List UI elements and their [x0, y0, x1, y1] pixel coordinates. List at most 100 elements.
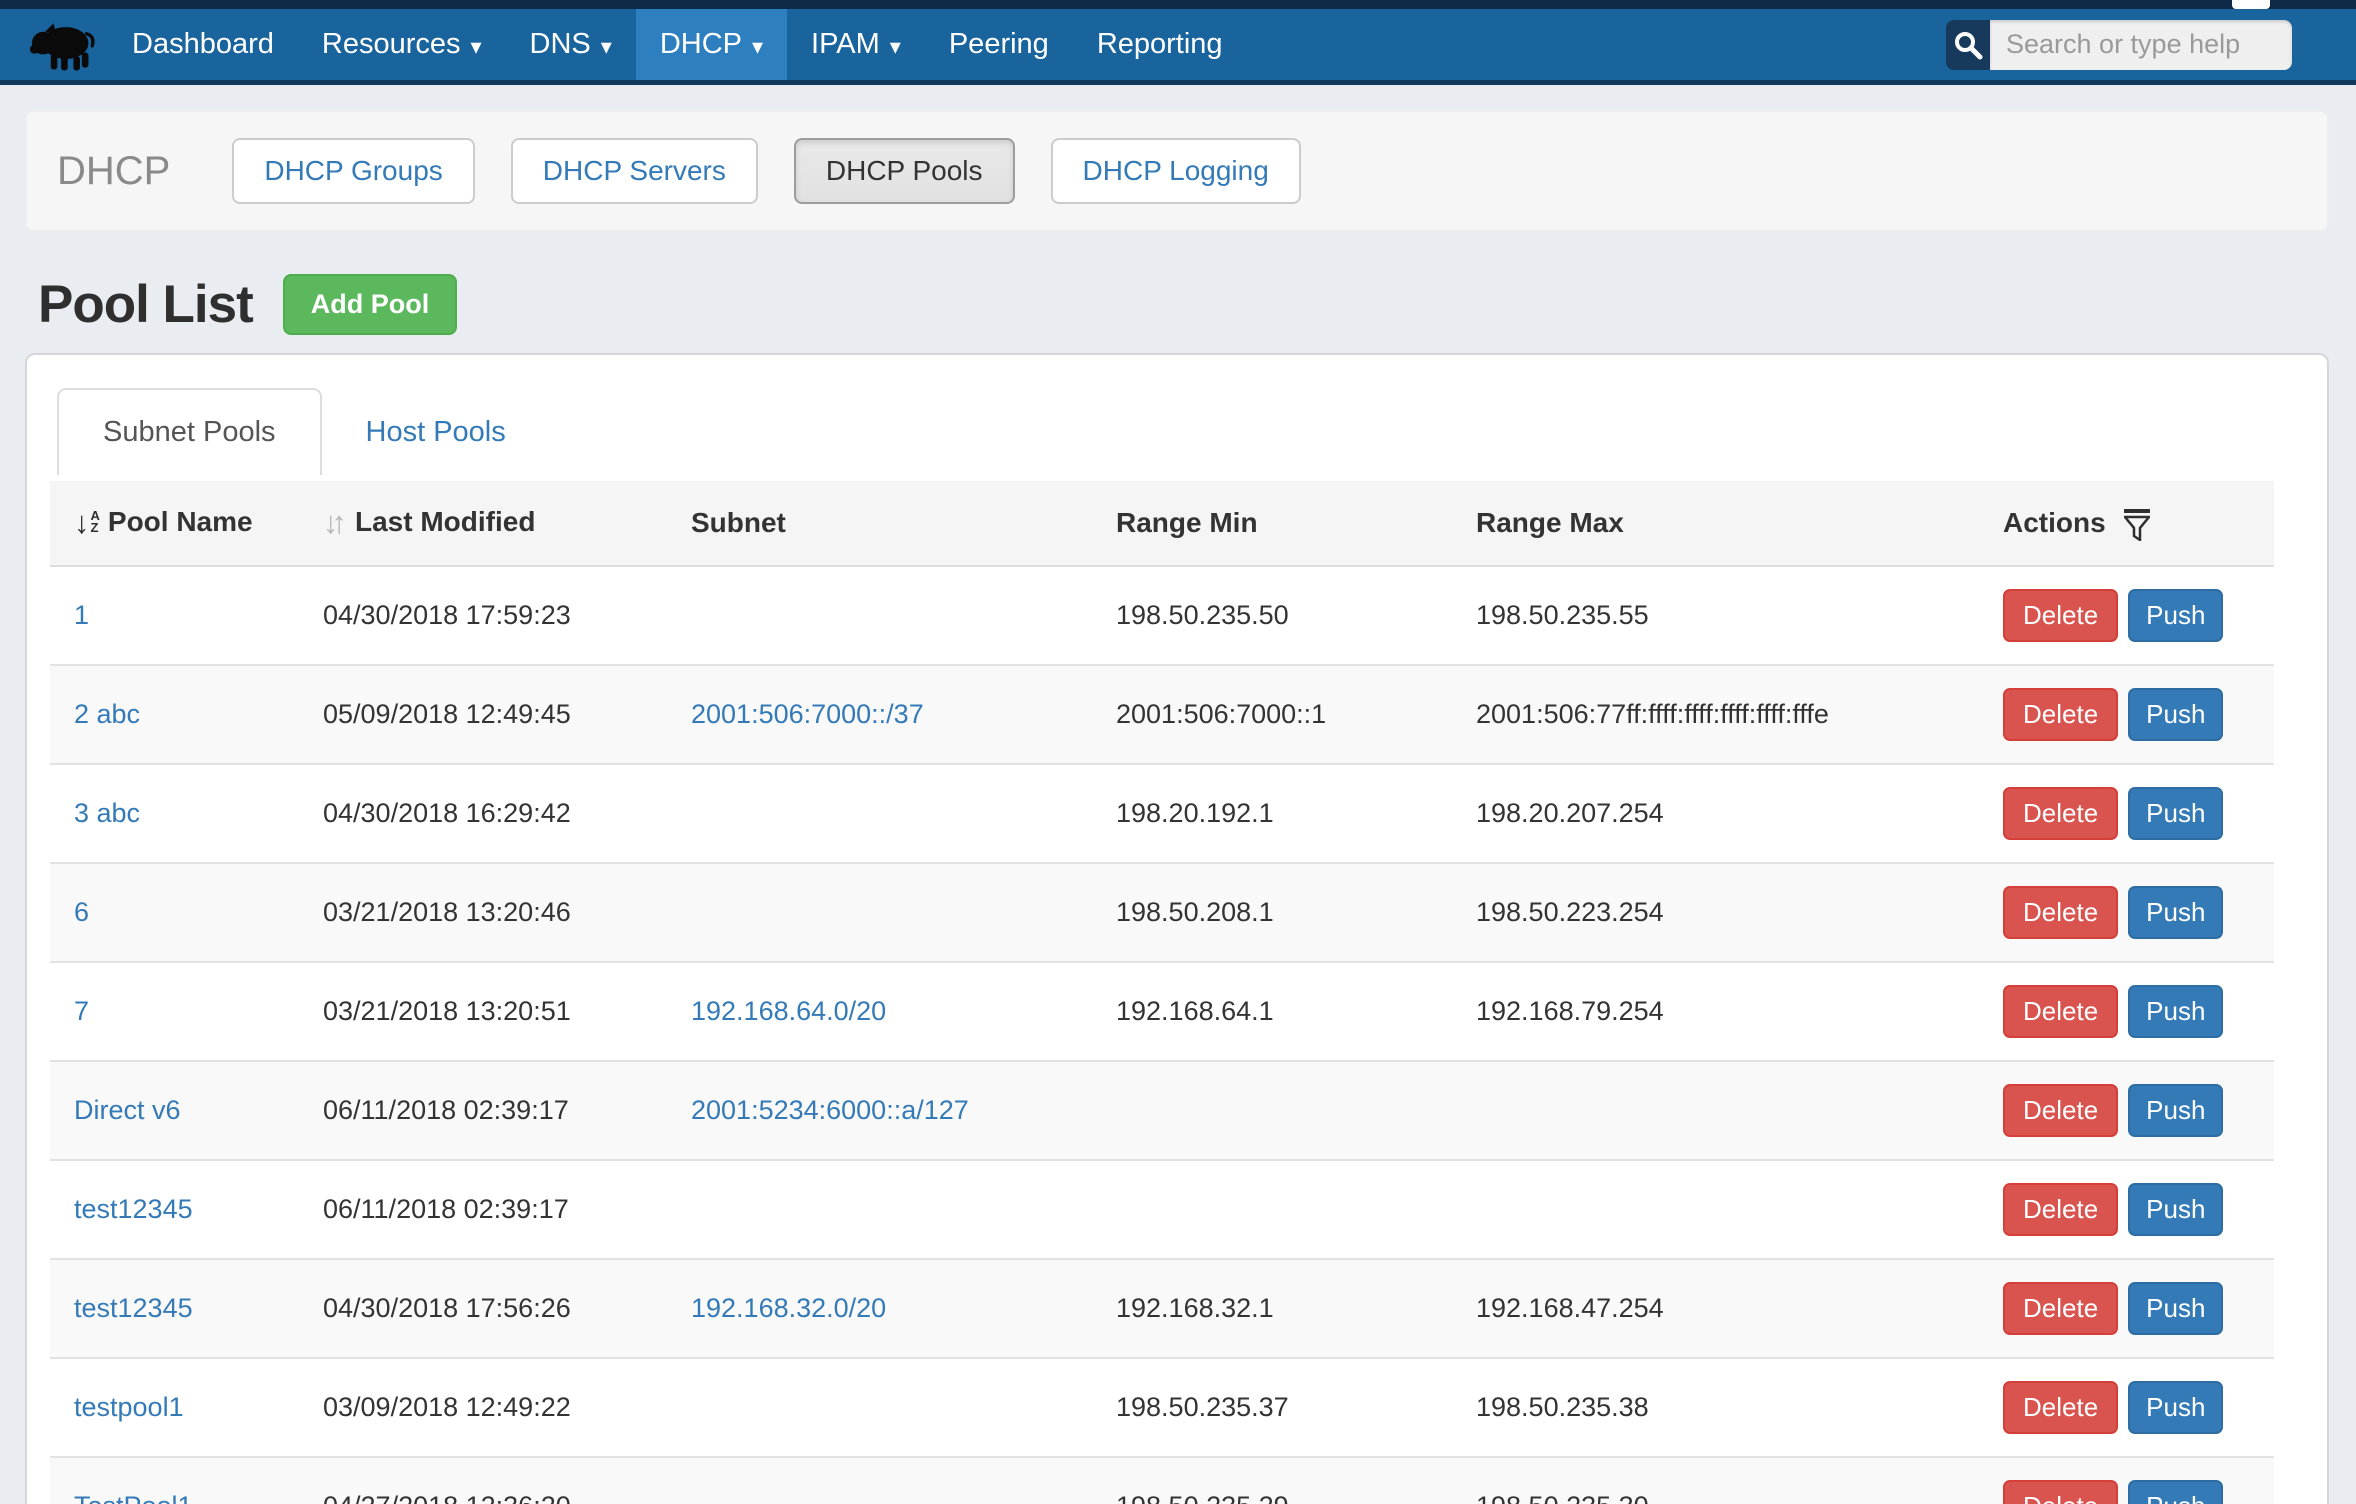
- table-row: Direct v6 06/11/2018 02:39:17 2001:5234:…: [50, 1061, 2274, 1160]
- subnet-link[interactable]: 2001:5234:6000::a/127: [691, 1095, 969, 1125]
- pool-table: ↓ AZ Pool Name ↓ ↑ Last Modified: [50, 481, 2274, 1504]
- table-row: 6 03/21/2018 13:20:46 198.50.208.1 198.5…: [50, 863, 2274, 962]
- range-min-cell: 198.20.192.1: [1108, 764, 1468, 863]
- pool-name-link[interactable]: 3 abc: [74, 798, 140, 828]
- dhcp-subnav: DHCP DHCP Groups DHCP Servers DHCP Pools…: [25, 110, 2329, 232]
- push-button[interactable]: Push: [2128, 1183, 2223, 1236]
- col-header-pool-name[interactable]: ↓ AZ Pool Name: [50, 481, 315, 566]
- last-modified-cell: 06/11/2018 02:39:17: [315, 1061, 683, 1160]
- tab-subnet-pools[interactable]: Subnet Pools: [57, 388, 322, 475]
- nav-item-dns[interactable]: DNS▾: [506, 9, 636, 80]
- table-row: test12345 04/30/2018 17:56:26 192.168.32…: [50, 1259, 2274, 1358]
- push-button[interactable]: Push: [2128, 787, 2223, 840]
- push-button[interactable]: Push: [2128, 688, 2223, 741]
- table-row: 7 03/21/2018 13:20:51 192.168.64.0/20 19…: [50, 962, 2274, 1061]
- push-button[interactable]: Push: [2128, 886, 2223, 939]
- delete-button[interactable]: Delete: [2003, 1084, 2118, 1137]
- caret-down-icon: ▾: [601, 36, 612, 58]
- pool-name-link[interactable]: test12345: [74, 1293, 193, 1323]
- nav-item-dhcp[interactable]: DHCP▾: [636, 9, 787, 80]
- range-min-cell: 198.50.235.50: [1108, 566, 1468, 665]
- pool-list-card: Subnet Pools Host Pools ↓ AZ Pool Name: [25, 353, 2329, 1504]
- delete-button[interactable]: Delete: [2003, 1282, 2118, 1335]
- page-head: Pool List Add Pool: [38, 274, 2356, 335]
- col-header-last-modified[interactable]: ↓ ↑ Last Modified: [315, 481, 683, 566]
- pool-name-link[interactable]: 1: [74, 600, 89, 630]
- range-max-cell: 198.50.235.55: [1468, 566, 1995, 665]
- delete-button[interactable]: Delete: [2003, 589, 2118, 642]
- sort-both-icon[interactable]: ↓ ↑: [323, 507, 347, 538]
- col-header-range-min: Range Min: [1108, 481, 1468, 566]
- dhcp-servers-button[interactable]: DHCP Servers: [511, 138, 758, 204]
- subnet-link[interactable]: 192.168.32.0/20: [691, 1293, 886, 1323]
- table-row: 3 abc 04/30/2018 16:29:42 198.20.192.1 1…: [50, 764, 2274, 863]
- pool-name-link[interactable]: test12345: [74, 1194, 193, 1224]
- range-min-cell: 198.50.235.29: [1108, 1457, 1468, 1504]
- subnav-title: DHCP: [57, 149, 170, 194]
- tab-host-pools[interactable]: Host Pools: [322, 390, 550, 475]
- dhcp-groups-button[interactable]: DHCP Groups: [232, 138, 474, 204]
- col-header-subnet: Subnet: [683, 481, 1108, 566]
- page-title: Pool List: [38, 274, 253, 335]
- browser-top-strip: [0, 0, 2356, 9]
- pool-name-link[interactable]: testpool1: [74, 1392, 184, 1422]
- table-header-row: ↓ AZ Pool Name ↓ ↑ Last Modified: [50, 481, 2274, 566]
- last-modified-cell: 03/21/2018 13:20:51: [315, 962, 683, 1061]
- range-max-cell: 192.168.47.254: [1468, 1259, 1995, 1358]
- dhcp-logging-button[interactable]: DHCP Logging: [1051, 138, 1301, 204]
- delete-button[interactable]: Delete: [2003, 787, 2118, 840]
- push-button[interactable]: Push: [2128, 1381, 2223, 1434]
- table-row: test12345 06/11/2018 02:39:17 DeletePush: [50, 1160, 2274, 1259]
- nav-item-resources[interactable]: Resources▾: [298, 9, 506, 80]
- search-button[interactable]: [1946, 20, 1990, 70]
- delete-button[interactable]: Delete: [2003, 1381, 2118, 1434]
- app-logo[interactable]: [0, 9, 108, 80]
- nav-item-ipam[interactable]: IPAM▾: [787, 9, 925, 80]
- range-max-cell: [1468, 1160, 1995, 1259]
- last-modified-cell: 04/30/2018 17:56:26: [315, 1259, 683, 1358]
- range-min-cell: 2001:506:7000::1: [1108, 665, 1468, 764]
- range-max-cell: 198.50.235.30: [1468, 1457, 1995, 1504]
- last-modified-cell: 03/21/2018 13:20:46: [315, 863, 683, 962]
- pool-table-body: 1 04/30/2018 17:59:23 198.50.235.50 198.…: [50, 566, 2274, 1504]
- nav-item-dashboard[interactable]: Dashboard: [108, 9, 298, 80]
- last-modified-cell: 05/09/2018 12:49:45: [315, 665, 683, 764]
- range-min-cell: 198.50.235.37: [1108, 1358, 1468, 1457]
- range-min-cell: 192.168.32.1: [1108, 1259, 1468, 1358]
- range-min-cell: 198.50.208.1: [1108, 863, 1468, 962]
- boar-logo-icon: [30, 16, 96, 74]
- caret-down-icon: ▾: [752, 36, 763, 58]
- dhcp-pools-button[interactable]: DHCP Pools: [794, 138, 1015, 204]
- push-button[interactable]: Push: [2128, 1282, 2223, 1335]
- filter-icon[interactable]: [2124, 509, 2150, 541]
- table-row: testpool1 03/09/2018 12:49:22 198.50.235…: [50, 1358, 2274, 1457]
- range-max-cell: 2001:506:77ff:ffff:ffff:ffff:ffff:fffe: [1468, 665, 1995, 764]
- nav-items: Dashboard Resources▾ DNS▾ DHCP▾ IPAM▾ Pe…: [108, 9, 1247, 80]
- pool-name-link[interactable]: 2 abc: [74, 699, 140, 729]
- pool-name-link[interactable]: 7: [74, 996, 89, 1026]
- nav-item-reporting[interactable]: Reporting: [1073, 9, 1247, 80]
- add-pool-button[interactable]: Add Pool: [283, 274, 457, 335]
- subnet-link[interactable]: 2001:506:7000::/37: [691, 699, 924, 729]
- push-button[interactable]: Push: [2128, 985, 2223, 1038]
- delete-button[interactable]: Delete: [2003, 1480, 2118, 1504]
- range-min-cell: [1108, 1061, 1468, 1160]
- pool-name-link[interactable]: Direct v6: [74, 1095, 181, 1125]
- delete-button[interactable]: Delete: [2003, 886, 2118, 939]
- col-header-actions: Actions: [1995, 481, 2274, 566]
- last-modified-cell: 04/30/2018 17:59:23: [315, 566, 683, 665]
- push-button[interactable]: Push: [2128, 1480, 2223, 1504]
- push-button[interactable]: Push: [2128, 1084, 2223, 1137]
- search-input[interactable]: [1990, 20, 2292, 70]
- delete-button[interactable]: Delete: [2003, 1183, 2118, 1236]
- table-row: TestPool1 04/27/2018 12:36:20 198.50.235…: [50, 1457, 2274, 1504]
- subnet-link[interactable]: 192.168.64.0/20: [691, 996, 886, 1026]
- nav-item-peering[interactable]: Peering: [925, 9, 1073, 80]
- delete-button[interactable]: Delete: [2003, 688, 2118, 741]
- sort-alpha-asc-icon[interactable]: ↓ AZ: [74, 507, 100, 538]
- pool-name-link[interactable]: 6: [74, 897, 89, 927]
- delete-button[interactable]: Delete: [2003, 985, 2118, 1038]
- pool-name-link[interactable]: TestPool1: [74, 1491, 193, 1504]
- col-header-range-max: Range Max: [1468, 481, 1995, 566]
- push-button[interactable]: Push: [2128, 589, 2223, 642]
